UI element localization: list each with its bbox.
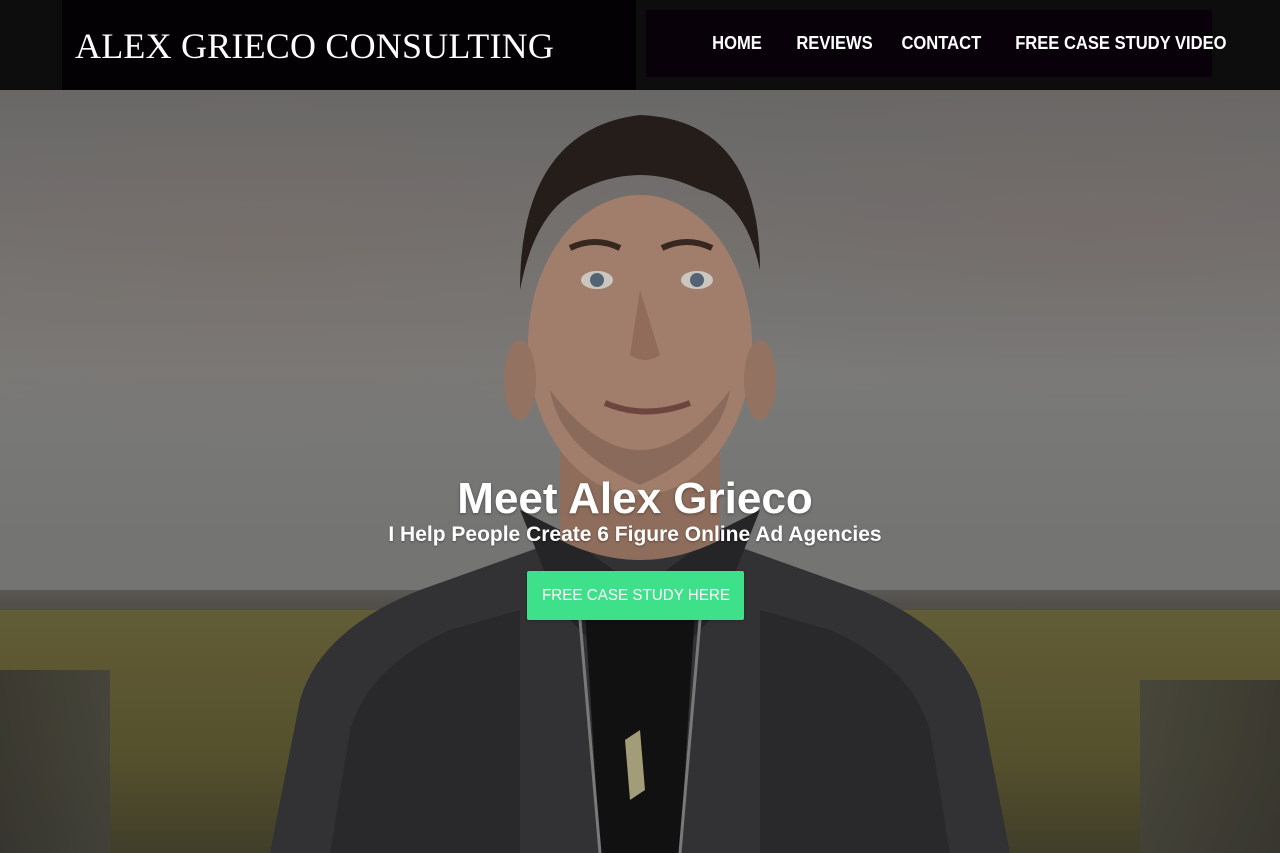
nav-home-link[interactable]: HOME — [712, 10, 762, 77]
nav-reviews-link[interactable]: REVIEWS — [796, 10, 872, 77]
page: ALEX GRIECO CONSULTING HOME REVIEWS CONT… — [0, 0, 1280, 853]
brand-name[interactable]: ALEX GRIECO CONSULTING — [75, 26, 554, 66]
nav-contact-link[interactable]: CONTACT — [901, 10, 981, 77]
free-case-study-button[interactable]: FREE CASE STUDY HERE — [527, 571, 744, 620]
nav-free-case-study-video-link[interactable]: FREE CASE STUDY VIDEO — [1015, 10, 1226, 77]
hero-section: Meet Alex Grieco I Help People Create 6 … — [0, 90, 1280, 853]
hero-subtitle: I Help People Create 6 Figure Online Ad … — [388, 523, 882, 546]
site-header: ALEX GRIECO CONSULTING HOME REVIEWS CONT… — [0, 0, 1280, 90]
cta-label: FREE CASE STUDY HERE — [541, 586, 730, 604]
brand-logo[interactable]: ALEX GRIECO CONSULTING — [62, 0, 636, 90]
main-nav: HOME REVIEWS CONTACT FREE CASE STUDY VID… — [646, 10, 1227, 77]
